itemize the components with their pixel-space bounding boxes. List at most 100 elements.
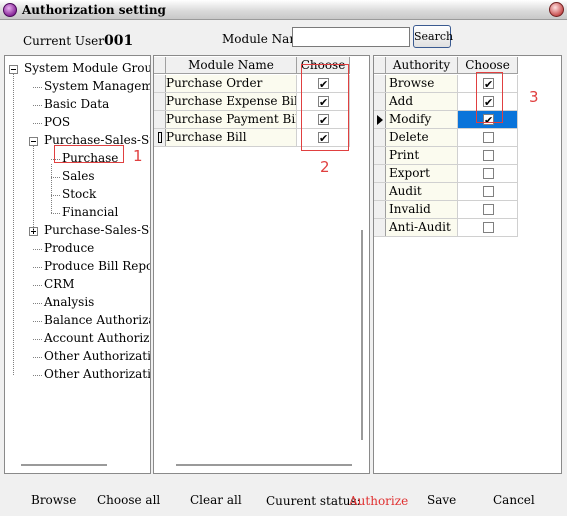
authority-row[interactable]: Export — [374, 165, 518, 183]
vertical-scrollbar[interactable] — [361, 230, 363, 440]
authority-header-0[interactable]: Authority — [386, 57, 458, 73]
authority-choose-cell[interactable] — [458, 165, 518, 182]
authority-choose-cell[interactable] — [458, 129, 518, 146]
save-button[interactable]: Save — [427, 493, 456, 507]
tree-item[interactable]: Analysis — [44, 295, 94, 309]
tree-item[interactable]: POS — [44, 115, 70, 129]
horizontal-scrollbar[interactable] — [176, 464, 352, 466]
search-button[interactable]: Search — [413, 25, 453, 48]
current-row-arrow-icon — [377, 115, 383, 125]
authority-choose-cell[interactable] — [458, 183, 518, 200]
authority-row[interactable]: Delete — [374, 129, 518, 147]
row-indicator[interactable] — [154, 111, 166, 128]
annotation-box-1 — [54, 145, 124, 163]
horizontal-scrollbar[interactable] — [21, 464, 107, 466]
tree-item[interactable]: Account Authorization — [44, 331, 150, 345]
choose-checkbox[interactable] — [483, 132, 494, 143]
choose-checkbox[interactable] — [483, 186, 494, 197]
row-indicator[interactable] — [154, 129, 166, 146]
tree-connector — [33, 375, 42, 376]
module-header-0[interactable]: Module Name — [166, 57, 297, 73]
tree-item[interactable]: Produce Bill Report — [44, 259, 150, 273]
tree-item[interactable]: System Module Group — [24, 61, 150, 75]
collapse-icon[interactable] — [29, 137, 38, 146]
app-icon — [3, 3, 17, 17]
tree-connector — [51, 164, 52, 213]
status-value: Authorize — [349, 494, 409, 508]
authority-name-cell[interactable]: Export — [386, 165, 458, 182]
tree-connector — [33, 146, 34, 231]
tree-connector — [33, 123, 42, 124]
module-name-cell[interactable]: Purchase Order — [166, 75, 297, 92]
authority-row[interactable]: Anti-Audit — [374, 219, 518, 237]
cancel-button[interactable]: Cancel — [493, 493, 535, 507]
browse-button[interactable]: Browse — [31, 493, 76, 507]
choose-all-button[interactable]: Choose all — [97, 493, 160, 507]
row-indicator[interactable] — [374, 183, 386, 200]
tree-connector — [13, 74, 14, 375]
authority-name-cell[interactable]: Anti-Audit — [386, 219, 458, 236]
tree-connector — [33, 321, 42, 322]
row-indicator[interactable] — [374, 165, 386, 182]
authority-name-cell[interactable]: Delete — [386, 129, 458, 146]
tree-connector — [33, 285, 42, 286]
close-button[interactable] — [549, 2, 564, 17]
row-indicator[interactable] — [374, 111, 386, 128]
current-user-label: Current User — [23, 34, 104, 48]
tree-item[interactable]: Financial — [62, 205, 118, 219]
title-bar: Authorization setting — [0, 0, 567, 20]
tree-item[interactable]: Other Authorization — [44, 349, 150, 363]
authority-header-1[interactable]: Choose — [458, 57, 518, 73]
authority-choose-cell[interactable] — [458, 219, 518, 236]
authority-row[interactable]: Audit — [374, 183, 518, 201]
authority-choose-cell[interactable] — [458, 147, 518, 164]
choose-checkbox[interactable] — [483, 150, 494, 161]
tree-connector — [33, 357, 42, 358]
row-indicator[interactable] — [374, 147, 386, 164]
tree-item[interactable]: Purchase-Sales-Stock — [44, 223, 150, 237]
tree-item[interactable]: Other Authorization2 — [44, 367, 150, 381]
authority-name-cell[interactable]: Print — [386, 147, 458, 164]
clear-all-button[interactable]: Clear all — [190, 493, 242, 507]
row-indicator[interactable] — [374, 201, 386, 218]
bottom-toolbar: Browse Choose all Clear all Cuurent stat… — [0, 480, 567, 516]
choose-checkbox[interactable] — [483, 222, 494, 233]
authority-name-cell[interactable]: Modify — [386, 111, 458, 128]
row-cursor-icon — [158, 132, 162, 143]
collapse-icon[interactable] — [9, 65, 18, 74]
module-name-cell[interactable]: Purchase Expense Bill — [166, 93, 297, 110]
authority-name-cell[interactable]: Browse — [386, 75, 458, 92]
module-name-input[interactable] — [292, 27, 410, 47]
tree-connector — [33, 267, 42, 268]
row-indicator-header — [154, 57, 166, 73]
row-indicator[interactable] — [374, 129, 386, 146]
row-indicator[interactable] — [374, 93, 386, 110]
tree-item[interactable]: System Management — [44, 79, 150, 93]
authority-choose-cell[interactable] — [458, 201, 518, 218]
choose-checkbox[interactable] — [483, 168, 494, 179]
row-indicator[interactable] — [374, 75, 386, 92]
tree-item[interactable]: Stock — [62, 187, 96, 201]
current-user-value: 001 — [103, 33, 134, 49]
tree-connector — [33, 249, 42, 250]
tree-item[interactable]: CRM — [44, 277, 75, 291]
authority-row[interactable]: Invalid — [374, 201, 518, 219]
annotation-number-2: 2 — [320, 158, 330, 176]
tree-item[interactable]: Produce — [44, 241, 94, 255]
row-indicator[interactable] — [154, 75, 166, 92]
choose-checkbox[interactable] — [483, 204, 494, 215]
row-indicator[interactable] — [154, 93, 166, 110]
tree-item[interactable]: Sales — [62, 169, 94, 183]
tree-item[interactable]: Basic Data — [44, 97, 109, 111]
authority-name-cell[interactable]: Add — [386, 93, 458, 110]
authority-name-cell[interactable]: Audit — [386, 183, 458, 200]
tree-connector — [51, 195, 60, 196]
row-indicator[interactable] — [374, 219, 386, 236]
top-bar: Current User001 Module Name: Search — [0, 21, 567, 54]
authority-name-cell[interactable]: Invalid — [386, 201, 458, 218]
authority-grid: AuthorityChooseBrowseAddModifyDeletePrin… — [373, 55, 562, 474]
authority-row[interactable]: Print — [374, 147, 518, 165]
tree-item[interactable]: Balance Authorization — [44, 313, 150, 327]
module-name-cell[interactable]: Purchase Payment Bill — [166, 111, 297, 128]
module-name-cell[interactable]: Purchase Bill — [166, 129, 297, 146]
